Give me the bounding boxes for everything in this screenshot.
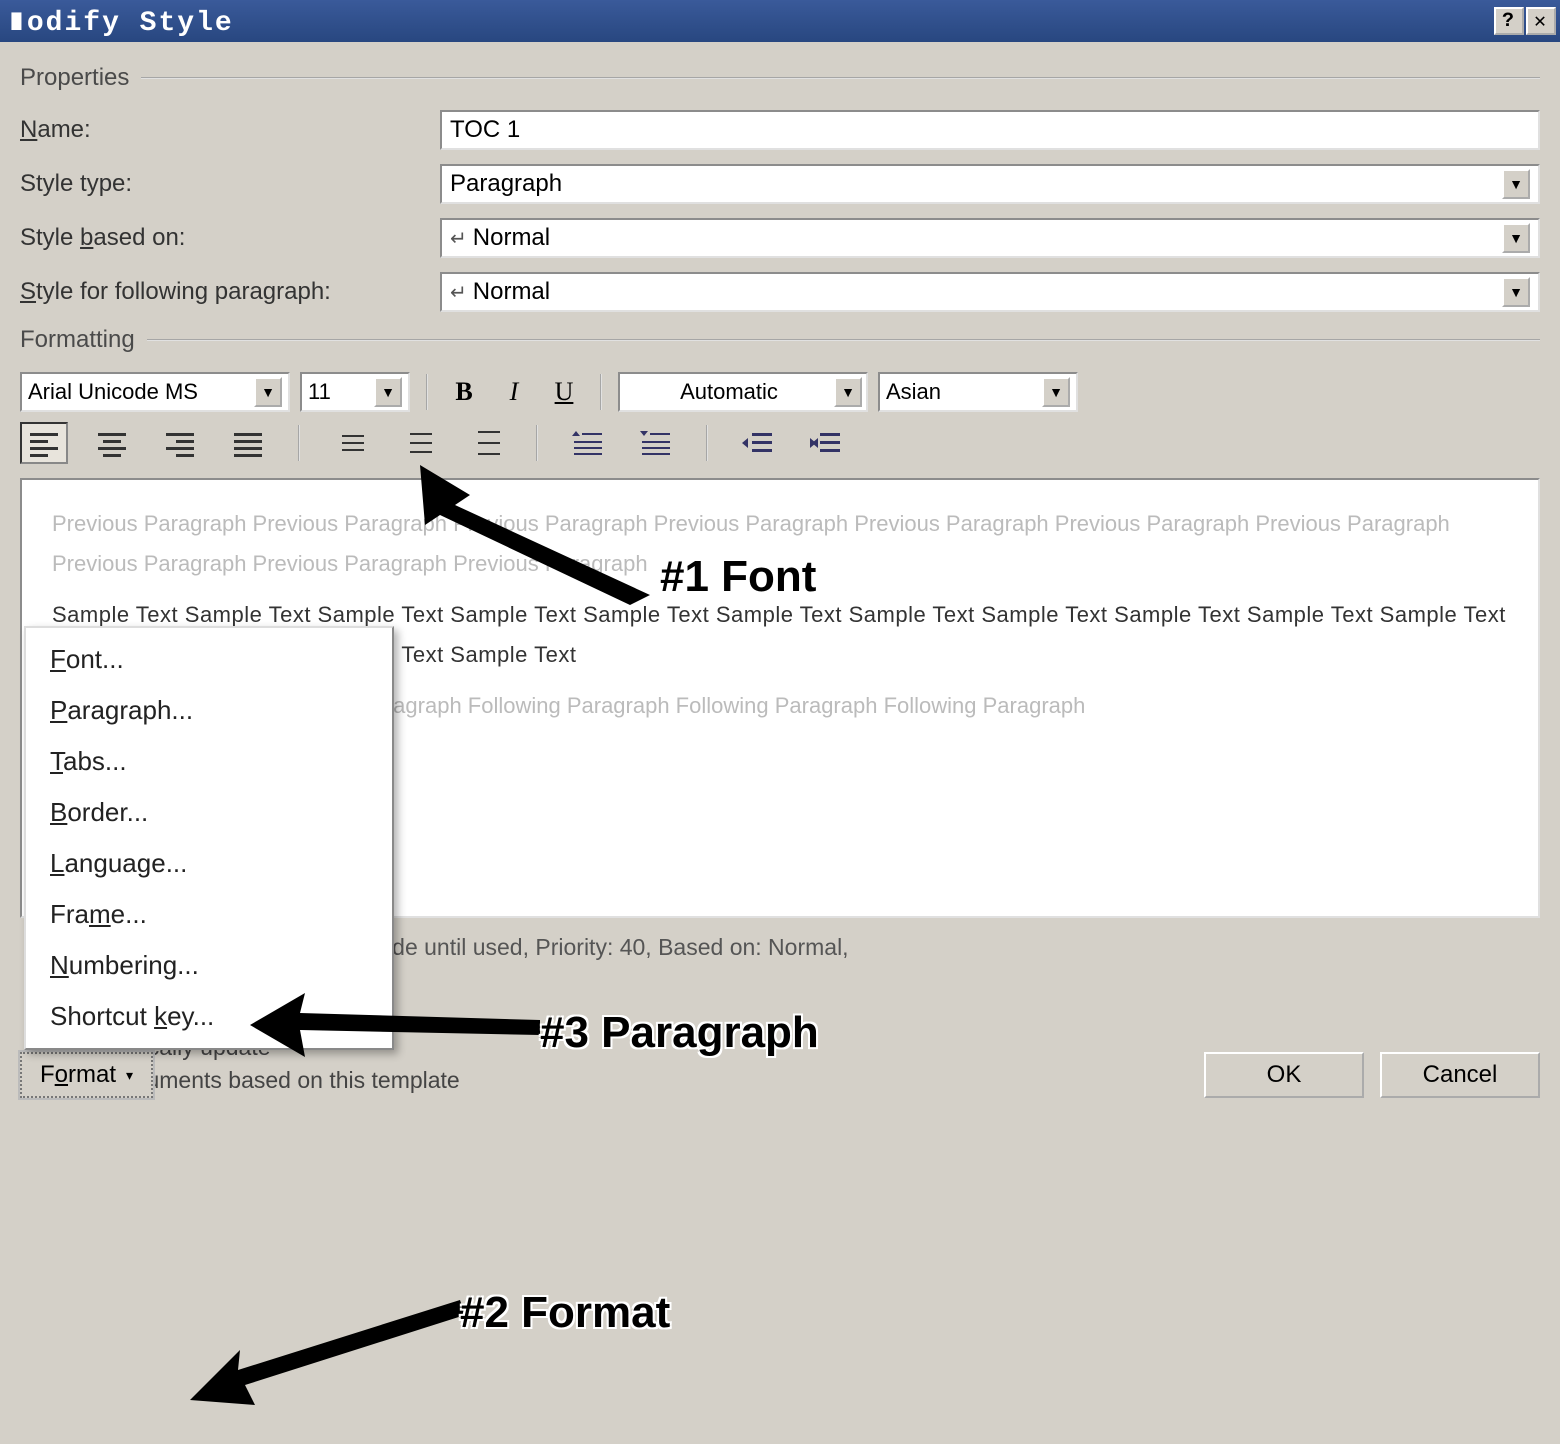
line-spacing-1-button[interactable]	[326, 422, 374, 464]
align-center-button[interactable]	[88, 422, 136, 464]
style-based-on-combo[interactable]: ↵Normal ▼	[440, 218, 1540, 258]
menu-arrow-icon: ▾	[126, 1067, 133, 1084]
annotation-2-format: #2 Format	[460, 1288, 670, 1338]
menu-item-paragraph[interactable]: Paragraph...	[26, 685, 392, 736]
menu-item-language[interactable]: Language...	[26, 838, 392, 889]
help-button[interactable]: ?	[1494, 7, 1524, 35]
dropdown-arrow-icon: ▼	[1502, 223, 1530, 253]
decrease-indent-button[interactable]	[734, 422, 782, 464]
dropdown-arrow-icon: ▼	[374, 377, 402, 407]
increase-indent-button[interactable]	[802, 422, 850, 464]
menu-item-tabs[interactable]: Tabs...	[26, 736, 392, 787]
font-color-combo[interactable]: Automatic ▼	[618, 372, 868, 412]
align-justify-button[interactable]	[224, 422, 272, 464]
paragraph-return-icon: ↵	[450, 228, 467, 250]
properties-group-label: Properties	[20, 64, 1540, 92]
name-label: Name:	[20, 116, 440, 144]
font-family-combo[interactable]: Arial Unicode MS ▼	[20, 372, 290, 412]
window-title: ∎odify Style	[8, 4, 234, 39]
align-left-button[interactable]	[20, 422, 68, 464]
italic-button[interactable]: I	[494, 374, 534, 410]
name-input[interactable]: TOC 1	[440, 110, 1540, 150]
menu-item-border[interactable]: Border...	[26, 787, 392, 838]
format-dropdown-menu: Font... Paragraph... Tabs... Border... L…	[24, 626, 394, 1050]
format-menu-button[interactable]: Format ▾	[20, 1052, 153, 1098]
font-size-combo[interactable]: 11 ▼	[300, 372, 410, 412]
dropdown-arrow-icon: ▼	[1042, 377, 1070, 407]
menu-item-shortcut[interactable]: Shortcut key...	[26, 991, 392, 1042]
cancel-button[interactable]: Cancel	[1380, 1052, 1540, 1098]
style-following-combo[interactable]: ↵Normal ▼	[440, 272, 1540, 312]
line-spacing-1-5-button[interactable]	[394, 422, 442, 464]
underline-button[interactable]: U	[544, 374, 584, 410]
style-following-label: Style for following paragraph:	[20, 278, 440, 306]
close-button[interactable]: ✕	[1526, 7, 1556, 35]
arrow-2-icon	[190, 1290, 470, 1410]
menu-item-font[interactable]: Font...	[26, 634, 392, 685]
space-before-increase-button[interactable]	[564, 422, 612, 464]
style-based-on-label: Style based on:	[20, 224, 440, 252]
space-before-decrease-button[interactable]	[632, 422, 680, 464]
style-type-label: Style type:	[20, 170, 440, 198]
preview-previous-text: Previous Paragraph Previous Paragraph Pr…	[52, 504, 1508, 583]
title-bar: ∎odify Style ? ✕	[0, 0, 1560, 42]
style-type-combo[interactable]: Paragraph ▼	[440, 164, 1540, 204]
dropdown-arrow-icon: ▼	[1502, 277, 1530, 307]
align-right-button[interactable]	[156, 422, 204, 464]
dropdown-arrow-icon: ▼	[834, 377, 862, 407]
paragraph-return-icon: ↵	[450, 282, 467, 304]
menu-item-numbering[interactable]: Numbering...	[26, 940, 392, 991]
dropdown-arrow-icon: ▼	[254, 377, 282, 407]
line-spacing-2-button[interactable]	[462, 422, 510, 464]
dropdown-arrow-icon: ▼	[1502, 169, 1530, 199]
formatting-group-label: Formatting	[20, 326, 1540, 354]
bold-button[interactable]: B	[444, 374, 484, 410]
menu-item-frame[interactable]: Frame...	[26, 889, 392, 940]
language-combo[interactable]: Asian ▼	[878, 372, 1078, 412]
ok-button[interactable]: OK	[1204, 1052, 1364, 1098]
